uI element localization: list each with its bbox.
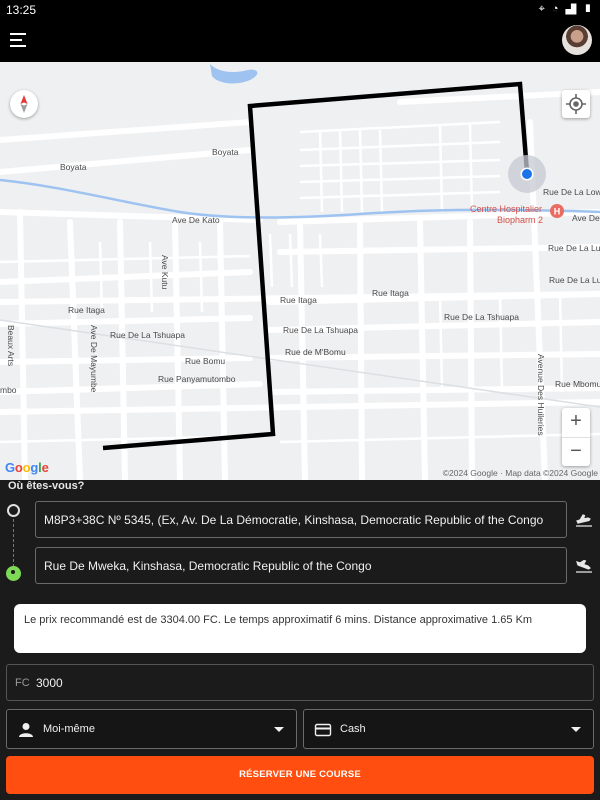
street-label: Rue de M'Bomu xyxy=(285,347,346,357)
route-connector xyxy=(13,519,14,567)
destination-pin-icon xyxy=(6,566,21,581)
arrival-plane-icon[interactable] xyxy=(574,556,594,576)
poi-label-line2: Biopharm 2 xyxy=(497,215,544,225)
payment-select[interactable]: Cash xyxy=(303,709,594,749)
street-label: Rue Mbomu xyxy=(555,379,600,389)
departure-plane-icon[interactable] xyxy=(574,510,594,530)
street-label: Ave De Kato xyxy=(172,215,220,225)
status-time: 13:25 xyxy=(6,3,37,17)
street-label: Rue Itaga xyxy=(280,295,317,305)
price-input[interactable]: FC 3000 xyxy=(6,664,594,701)
street-label: Rue De La Luv xyxy=(548,243,600,253)
destination-address-field[interactable]: Rue De Mweka, Kinshasa, Democratic Repub… xyxy=(35,547,567,584)
zoom-controls: + − xyxy=(562,408,590,466)
price-estimate-info: Le prix recommandé est de 3304.00 FC. Le… xyxy=(14,604,586,653)
street-label: Boyata xyxy=(212,147,239,157)
street-label: Rue De La Tshuapa xyxy=(444,312,519,322)
street-label: mbo xyxy=(0,385,17,395)
battery-icon: ▮ xyxy=(583,3,594,15)
street-label: Rue De La Tshuapa xyxy=(283,325,358,335)
street-label: Ave Kutu xyxy=(160,255,170,290)
map-view[interactable]: H Boyata Boyata Ave De Kato Ave Kutu Rue… xyxy=(0,62,600,480)
price-value: 3000 xyxy=(36,676,63,690)
credit-card-icon xyxy=(314,723,332,737)
street-label: Rue De La Lu xyxy=(549,275,600,285)
zoom-in-button[interactable]: + xyxy=(562,408,590,437)
chevron-down-icon xyxy=(274,727,284,732)
wifi-icon: ◔ xyxy=(551,3,561,15)
book-ride-button[interactable]: RÉSERVER UNE COURSE xyxy=(6,756,594,794)
map-attribution[interactable]: ©2024 Google · Map data ©2024 Google xyxy=(443,468,598,478)
poi-label-line1: Centre Hospitalier xyxy=(470,204,543,214)
street-label: Boyata xyxy=(60,162,87,172)
chevron-down-icon xyxy=(571,727,581,732)
my-location-icon[interactable] xyxy=(562,90,590,118)
system-icons: ⌖ ◔ ▟ ▮ xyxy=(539,3,594,16)
status-bar: 13:25 ⌖ ◔ ▟ ▮ xyxy=(0,0,600,20)
booking-sheet: Où êtes-vous? M8P3+38C Nº 5345, (Ex, Av.… xyxy=(0,480,600,800)
street-label: Rue De La Tshuapa xyxy=(110,330,185,340)
street-label: Ave De Mayumbe xyxy=(89,325,99,393)
street-label: Rue Itaga xyxy=(68,305,105,315)
svg-text:H: H xyxy=(554,207,561,217)
map-canvas: H xyxy=(0,64,600,480)
app-bar xyxy=(0,20,600,62)
signal-icon: ▟ xyxy=(565,3,579,15)
street-label: Rue Itaga xyxy=(372,288,409,298)
currency-label: FC xyxy=(15,677,30,689)
google-logo: Google xyxy=(5,460,49,475)
street-label: Avenue Des Huileries xyxy=(536,354,546,436)
pickup-dot-icon xyxy=(7,504,20,517)
zoom-out-button[interactable]: − xyxy=(562,437,590,466)
user-avatar[interactable] xyxy=(562,25,592,55)
passenger-select-label: Moi-même xyxy=(43,723,95,735)
street-label: Rue Panyamutombo xyxy=(158,374,236,384)
compass-icon[interactable] xyxy=(10,90,38,118)
person-icon xyxy=(19,723,33,737)
location-icon: ⌖ xyxy=(538,3,547,15)
payment-select-label: Cash xyxy=(340,723,366,735)
street-label: Rue De La Lowa xyxy=(543,187,600,197)
street-label: Rue Bomu xyxy=(185,356,226,366)
street-label: Ave De xyxy=(572,213,600,223)
passenger-select[interactable]: Moi-même xyxy=(6,709,297,749)
hamburger-icon[interactable] xyxy=(10,32,28,48)
street-label: Beaux Arts xyxy=(6,325,16,367)
pickup-address-field[interactable]: M8P3+38C Nº 5345, (Ex, Av. De La Démocra… xyxy=(35,501,567,538)
form-title: Où êtes-vous? xyxy=(8,480,85,492)
